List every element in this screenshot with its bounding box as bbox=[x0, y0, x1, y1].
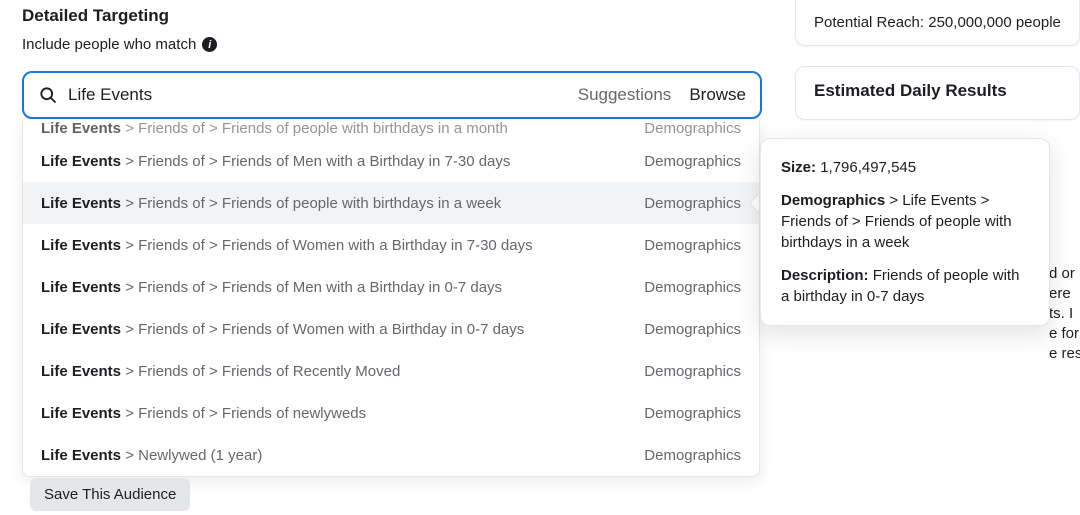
option-category: Demographics bbox=[644, 237, 741, 254]
option-tooltip: Size: 1,796,497,545 Demographics > Life … bbox=[760, 138, 1050, 326]
potential-reach-card: Potential Reach: 250,000,000 people bbox=[795, 0, 1080, 46]
estimated-daily-results-card: Estimated Daily Results bbox=[795, 66, 1080, 120]
option-category: Demographics bbox=[644, 447, 741, 464]
search-icon bbox=[38, 85, 58, 105]
option-row[interactable]: Life Events > Friends of > Friends of Wo… bbox=[23, 308, 759, 350]
option-row[interactable]: Life Events > Friends of > Friends of pe… bbox=[23, 182, 759, 224]
option-category: Demographics bbox=[644, 363, 741, 380]
info-icon[interactable]: i bbox=[202, 37, 217, 52]
reach-value: 250,000,000 people bbox=[928, 14, 1061, 31]
option-path: Life Events > Friends of > Friends of Wo… bbox=[41, 321, 524, 338]
option-row[interactable]: Life Events > Friends of > Friends of Me… bbox=[23, 140, 759, 182]
section-subtitle: Include people who match bbox=[22, 36, 196, 53]
option-row[interactable]: Life Events > Newlywed (1 year) Demograph… bbox=[23, 434, 759, 476]
tooltip-size-label: Size: bbox=[781, 159, 816, 176]
tooltip-size-value: 1,796,497,545 bbox=[820, 159, 916, 176]
option-row[interactable]: Life Events > Friends of > Friends of Wo… bbox=[23, 224, 759, 266]
option-category: Demographics bbox=[644, 405, 741, 422]
est-title: Estimated Daily Results bbox=[814, 81, 1061, 101]
option-category: Demographics bbox=[644, 321, 741, 338]
option-category: Demographics bbox=[644, 153, 741, 170]
save-audience-button[interactable]: Save This Audience bbox=[30, 478, 190, 511]
tooltip-path-label: Demographics bbox=[781, 192, 885, 209]
option-path: Life Events > Friends of > Friends of pe… bbox=[41, 195, 501, 212]
option-row[interactable]: Life Events > Friends of > Friends of Re… bbox=[23, 350, 759, 392]
background-card-fragment: d or ere ts. I e for e res bbox=[1045, 230, 1080, 410]
option-path: Life Events > Friends of > Friends of Me… bbox=[41, 153, 510, 170]
option-path: Life Events > Friends of > Friends of Me… bbox=[41, 279, 502, 296]
search-input[interactable] bbox=[68, 85, 578, 105]
tooltip-desc-label: Description: bbox=[781, 267, 869, 284]
search-field-container[interactable]: Suggestions Browse bbox=[22, 71, 762, 119]
option-category: Demographics bbox=[644, 195, 741, 212]
option-path: Life Events > Friends of > Friends of ne… bbox=[41, 405, 366, 422]
section-title: Detailed Targeting bbox=[22, 6, 762, 26]
targeting-dropdown: Life Events > Friends of > Friends of pe… bbox=[22, 120, 760, 477]
option-row[interactable]: Life Events > Friends of > Friends of Me… bbox=[23, 266, 759, 308]
reach-label: Potential Reach: bbox=[814, 14, 928, 31]
option-path: Life Events > Newlywed (1 year) bbox=[41, 447, 262, 464]
option-truncated: Life Events > Friends of > Friends of pe… bbox=[23, 120, 759, 140]
background-text: d or ere ts. I e for e res bbox=[1045, 230, 1080, 364]
option-path: Life Events > Friends of > Friends of Wo… bbox=[41, 237, 533, 254]
option-row[interactable]: Life Events > Friends of > Friends of ne… bbox=[23, 392, 759, 434]
browse-link[interactable]: Browse bbox=[689, 85, 746, 105]
suggestions-link[interactable]: Suggestions bbox=[578, 85, 672, 105]
option-path: Life Events > Friends of > Friends of Re… bbox=[41, 363, 400, 380]
option-category: Demographics bbox=[644, 279, 741, 296]
